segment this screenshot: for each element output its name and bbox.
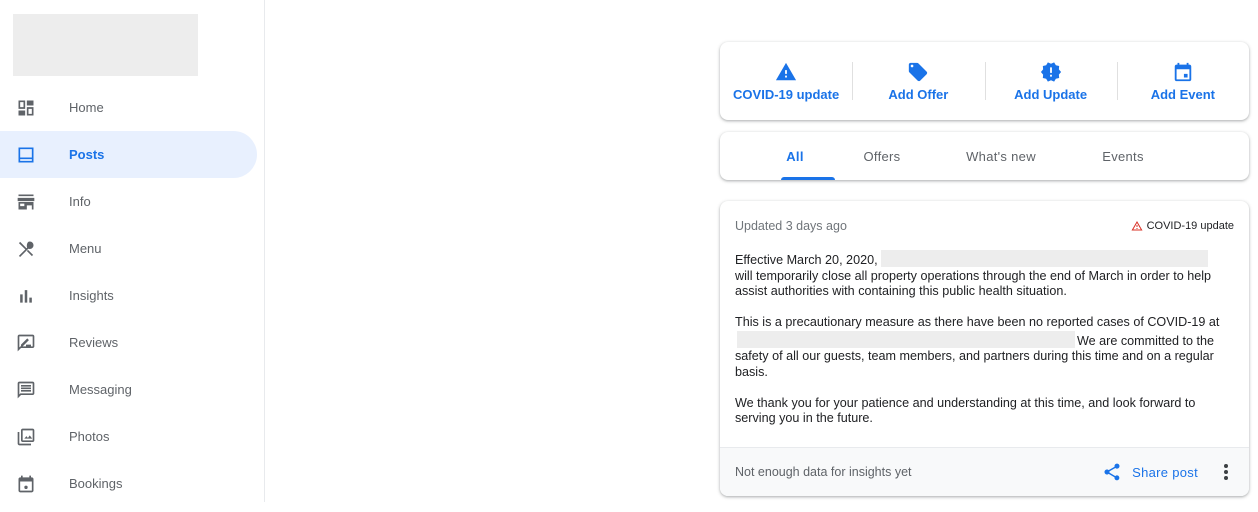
share-icon bbox=[1104, 463, 1120, 481]
redacted-text bbox=[737, 330, 1075, 348]
tab-whats-new[interactable]: What's new bbox=[935, 132, 1067, 180]
create-post-actions: COVID-19 update Add Offer Add Update Add… bbox=[720, 42, 1249, 120]
event-icon bbox=[16, 474, 36, 494]
action-label: Add Event bbox=[1150, 86, 1216, 102]
sidebar-item-posts[interactable]: Posts bbox=[0, 131, 257, 178]
add-event-button[interactable]: Add Event bbox=[1116, 42, 1249, 120]
post-paragraph: This is a precautionary measure as there… bbox=[735, 315, 1237, 380]
post-footer: Not enough data for insights yet Share p… bbox=[720, 447, 1249, 496]
utensils-icon bbox=[16, 239, 36, 259]
post-type-label: COVID-19 update bbox=[1146, 220, 1234, 232]
action-label: Add Update bbox=[1014, 86, 1088, 102]
redacted-text bbox=[881, 250, 1209, 267]
photo-library-icon bbox=[16, 427, 36, 447]
post-paragraph: Effective March 20, 2020, will temporari… bbox=[735, 250, 1237, 300]
sidebar-item-label: Bookings bbox=[69, 476, 123, 491]
add-update-button[interactable]: Add Update bbox=[984, 42, 1117, 120]
warning-icon bbox=[776, 62, 797, 80]
post-type-badge: COVID-19 update bbox=[1131, 220, 1234, 232]
post-text: This is a precautionary measure as there… bbox=[735, 315, 1220, 329]
calendar-icon bbox=[1174, 62, 1192, 81]
new-releases-icon bbox=[1040, 61, 1061, 82]
tab-all[interactable]: All bbox=[761, 132, 835, 180]
tab-offers[interactable]: Offers bbox=[829, 132, 935, 180]
covid-update-button[interactable]: COVID-19 update bbox=[720, 42, 852, 120]
posts-icon bbox=[16, 145, 36, 165]
dashboard-icon bbox=[16, 98, 36, 118]
more-vert-icon bbox=[1224, 464, 1228, 480]
chat-icon bbox=[16, 380, 36, 400]
sidebar-item-label: Info bbox=[69, 194, 91, 209]
tag-icon bbox=[909, 62, 928, 81]
post-filter-tabs: All Offers What's new Events bbox=[720, 132, 1249, 180]
insights-note: Not enough data for insights yet bbox=[735, 465, 912, 479]
sidebar-item-label: Reviews bbox=[69, 335, 119, 350]
sidebar-item-photos[interactable]: Photos bbox=[0, 413, 257, 460]
post-header: Updated 3 days ago COVID-19 update bbox=[735, 219, 1234, 233]
sidebar-nav: Home Posts Info Menu Insights Reviews Me… bbox=[0, 84, 265, 507]
sidebar-item-info[interactable]: Info bbox=[0, 178, 257, 225]
sidebar-item-reviews[interactable]: Reviews bbox=[0, 319, 257, 366]
share-post-button[interactable]: Share post bbox=[1102, 462, 1198, 482]
tab-events[interactable]: Events bbox=[1067, 132, 1179, 180]
sidebar-item-messaging[interactable]: Messaging bbox=[0, 366, 257, 413]
sidebar-item-label: Photos bbox=[69, 429, 110, 444]
sidebar-item-label: Menu bbox=[69, 241, 102, 256]
storefront-icon bbox=[16, 192, 36, 212]
post-body: Effective March 20, 2020, will temporari… bbox=[735, 250, 1237, 442]
share-post-label: Share post bbox=[1132, 464, 1198, 480]
post-card: Updated 3 days ago COVID-19 update Effec… bbox=[720, 201, 1249, 496]
sidebar-item-label: Posts bbox=[69, 147, 105, 162]
post-text: will temporarily close all property oper… bbox=[735, 268, 1212, 299]
post-updated-time: Updated 3 days ago bbox=[735, 219, 847, 233]
sidebar-item-label: Messaging bbox=[69, 382, 132, 397]
action-label: Add Offer bbox=[888, 86, 949, 102]
more-options-button[interactable] bbox=[1218, 460, 1234, 484]
sidebar-item-menu[interactable]: Menu bbox=[0, 225, 257, 272]
rate-review-icon bbox=[16, 333, 36, 353]
sidebar: Home Posts Info Menu Insights Reviews Me… bbox=[0, 0, 265, 502]
post-paragraph: We thank you for your patience and under… bbox=[735, 395, 1196, 426]
bar-chart-icon bbox=[16, 286, 36, 306]
add-offer-button[interactable]: Add Offer bbox=[852, 42, 984, 120]
sidebar-item-label: Home bbox=[69, 100, 104, 115]
sidebar-item-home[interactable]: Home bbox=[0, 84, 257, 131]
action-label: COVID-19 update bbox=[733, 86, 840, 102]
business-logo-placeholder bbox=[13, 14, 198, 76]
sidebar-item-label: Insights bbox=[69, 288, 114, 303]
post-text: Effective March 20, 2020, bbox=[735, 253, 878, 267]
warning-outline-icon bbox=[1131, 221, 1143, 231]
sidebar-item-insights[interactable]: Insights bbox=[0, 272, 257, 319]
sidebar-item-bookings[interactable]: Bookings bbox=[0, 460, 257, 507]
